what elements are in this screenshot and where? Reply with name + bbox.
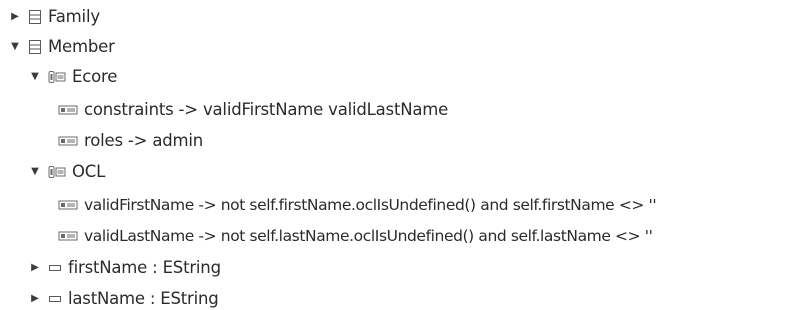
class-icon xyxy=(28,9,42,25)
attribute-icon xyxy=(48,263,62,273)
detail-entry-icon xyxy=(58,135,78,147)
tree-item-family[interactable]: ▶ Family xyxy=(8,2,100,32)
tree-item-ecore-roles[interactable]: roles -> admin xyxy=(58,126,203,156)
tree-item-label: Member xyxy=(48,37,115,56)
tree-item-label: Ecore xyxy=(72,67,118,86)
tree-item-first-name-attribute[interactable]: ▶ firstName : EString xyxy=(28,253,221,283)
detail-entry-icon xyxy=(58,104,78,116)
tree-item-ocl-valid-first-name[interactable]: validFirstName -> not self.firstName.ocl… xyxy=(58,190,657,220)
attribute-icon xyxy=(48,294,62,304)
tree-item-label: lastName : EString xyxy=(68,289,219,308)
tree-item-label: validLastName -> not self.lastName.oclIs… xyxy=(84,227,653,245)
annotation-icon xyxy=(48,165,66,179)
detail-entry-icon xyxy=(58,199,78,211)
tree-item-last-name-attribute[interactable]: ▶ lastName : EString xyxy=(28,284,219,310)
collapsed-arrow-icon[interactable]: ▶ xyxy=(28,292,42,306)
collapsed-arrow-icon[interactable]: ▶ xyxy=(8,10,22,24)
class-icon xyxy=(28,39,42,55)
detail-entry-icon xyxy=(58,230,78,242)
tree-item-label: roles -> admin xyxy=(84,131,204,150)
tree-item-label: constraints -> validFirstName validLastN… xyxy=(84,100,449,119)
tree-item-label: validFirstName -> not self.firstName.ocl… xyxy=(84,196,657,214)
tree-item-member[interactable]: ▼ Member xyxy=(8,32,115,62)
tree-item-ecore-annotation[interactable]: ▼ Ecore xyxy=(28,62,117,92)
tree-item-ocl-valid-last-name[interactable]: validLastName -> not self.lastName.oclIs… xyxy=(58,221,653,251)
expanded-arrow-icon[interactable]: ▼ xyxy=(8,40,22,54)
tree-item-label: OCL xyxy=(72,162,106,181)
tree-item-label: Family xyxy=(48,7,100,26)
expanded-arrow-icon[interactable]: ▼ xyxy=(28,165,42,179)
collapsed-arrow-icon[interactable]: ▶ xyxy=(28,261,42,275)
tree-item-ecore-constraints[interactable]: constraints -> validFirstName validLastN… xyxy=(58,95,448,125)
annotation-icon xyxy=(48,70,66,84)
model-tree: ▶ Family ▼ Member ▼ Ecore constraints ->… xyxy=(0,0,785,310)
tree-item-label: firstName : EString xyxy=(68,258,221,277)
tree-item-ocl-annotation[interactable]: ▼ OCL xyxy=(28,157,105,187)
expanded-arrow-icon[interactable]: ▼ xyxy=(28,70,42,84)
